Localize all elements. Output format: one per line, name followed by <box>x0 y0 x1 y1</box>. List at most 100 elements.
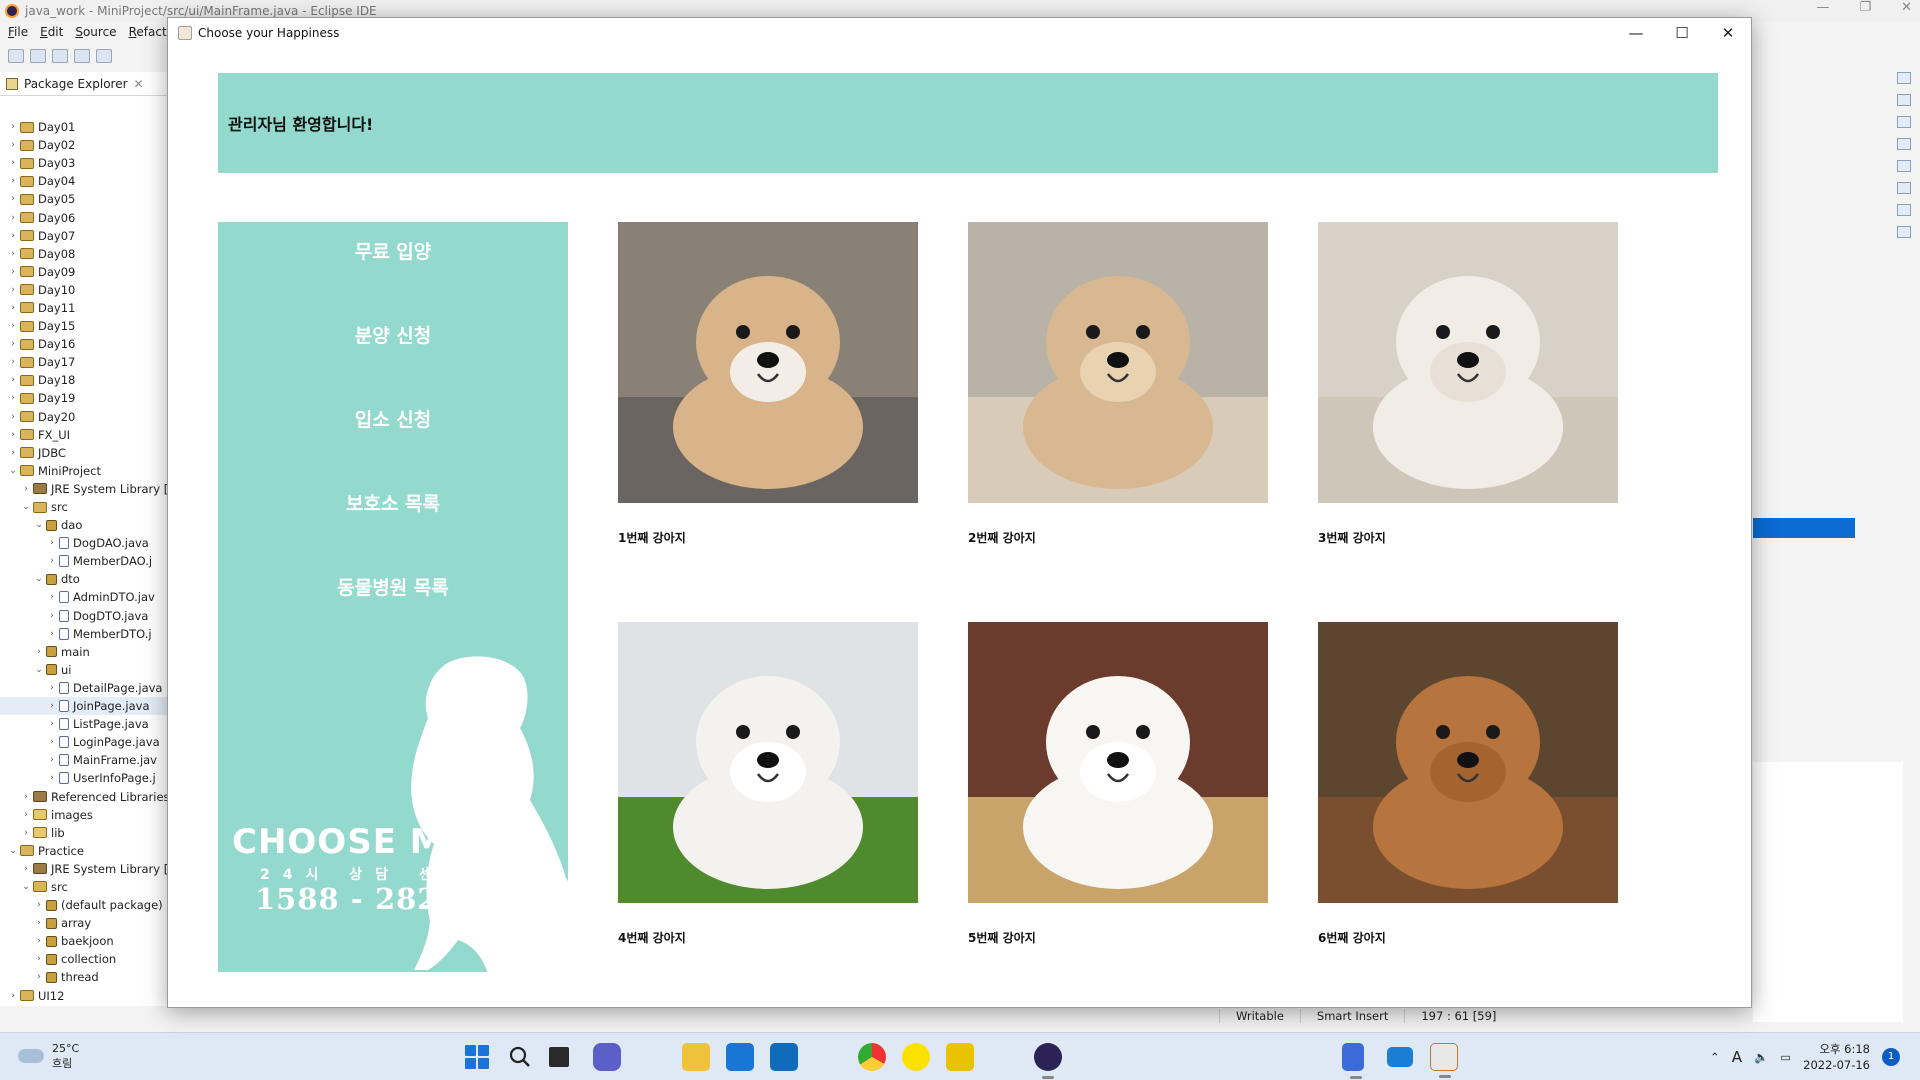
eclipse-taskbar-icon[interactable] <box>1034 1043 1062 1079</box>
tree-item[interactable]: › UI12 <box>0 987 170 1005</box>
tree-item[interactable]: › (default package) <box>0 896 170 914</box>
chevron-right-icon[interactable]: › <box>8 249 18 259</box>
tree-item[interactable]: › baekjoon <box>0 932 170 950</box>
tree-item[interactable]: › Day17 <box>0 353 170 371</box>
hierarchy-icon[interactable] <box>1897 94 1911 106</box>
tree-item[interactable]: ⌄ dto <box>0 570 170 588</box>
dog-card[interactable]: 2번째 강아지 <box>968 222 1268 546</box>
chevron-right-icon[interactable]: › <box>8 194 18 204</box>
tree-item[interactable]: › JRE System Library [ <box>0 480 170 498</box>
tree-item[interactable]: › MemberDAO.j <box>0 552 170 570</box>
dialog-title-bar[interactable]: Choose your Happiness — ☐ ✕ <box>168 18 1751 48</box>
terminal-icon[interactable] <box>74 49 90 63</box>
tasks-icon[interactable] <box>1897 138 1911 150</box>
chevron-down-icon[interactable]: ⌄ <box>34 520 44 530</box>
chevron-right-icon[interactable]: › <box>8 430 18 440</box>
chevron-right-icon[interactable]: › <box>47 755 57 765</box>
chevron-right-icon[interactable]: › <box>34 972 44 982</box>
ide-minimize-icon[interactable]: — <box>1816 0 1829 15</box>
mail-icon[interactable] <box>770 1043 798 1071</box>
package-explorer-tab[interactable]: Package Explorer ✕ <box>0 72 170 96</box>
ime-indicator[interactable]: A <box>1732 1048 1742 1066</box>
debug-icon[interactable] <box>96 49 112 63</box>
new-icon[interactable] <box>8 49 24 63</box>
menu-sale-application[interactable]: 분양 신청 <box>218 321 568 348</box>
tree-item[interactable]: › Day06 <box>0 208 170 226</box>
menu-shelter-list[interactable]: 보호소 목록 <box>218 489 568 516</box>
tree-item[interactable]: ⌄ Practice <box>0 842 170 860</box>
tree-item[interactable]: ⌄ ui <box>0 661 170 679</box>
chevron-right-icon[interactable]: › <box>8 321 18 331</box>
shih-tzu-with-hand-photo[interactable] <box>1318 222 1618 503</box>
brown-poodle-on-sofa-photo[interactable] <box>1318 622 1618 903</box>
poodle-selfie-photo[interactable] <box>968 222 1268 503</box>
chevron-down-icon[interactable]: ⌄ <box>21 502 31 512</box>
chevron-down-icon[interactable]: ⌄ <box>8 466 18 476</box>
chevron-right-icon[interactable]: › <box>8 375 18 385</box>
tree-item[interactable]: › ListPage.java <box>0 715 170 733</box>
console-icon[interactable] <box>1897 182 1911 194</box>
dog-card[interactable]: 6번째 강아지 <box>1318 622 1618 946</box>
chevron-right-icon[interactable]: › <box>47 611 57 621</box>
chevron-right-icon[interactable]: › <box>47 719 57 729</box>
chevron-right-icon[interactable]: › <box>21 792 31 802</box>
white-jindo-on-turf-photo[interactable] <box>618 622 918 903</box>
chevron-right-icon[interactable]: › <box>8 176 18 186</box>
javadoc-icon[interactable] <box>1897 204 1911 216</box>
close-button[interactable]: ✕ <box>1705 18 1751 48</box>
chevron-right-icon[interactable]: › <box>8 412 18 422</box>
ide-restore-icon[interactable]: ❐ <box>1859 0 1871 15</box>
store-icon[interactable] <box>726 1043 754 1071</box>
debug-view-icon[interactable] <box>1897 116 1911 128</box>
battery-icon[interactable]: ▭ <box>1780 1050 1791 1064</box>
dog-card[interactable]: 3번째 강아지 <box>1318 222 1618 546</box>
tree-item[interactable]: › FX_UI <box>0 426 170 444</box>
tree-item[interactable]: › LoginPage.java <box>0 733 170 751</box>
tree-item[interactable]: › Day07 <box>0 227 170 245</box>
tree-item[interactable]: › JRE System Library [ <box>0 860 170 878</box>
chevron-right-icon[interactable]: › <box>34 918 44 928</box>
tree-item[interactable]: ⌄ src <box>0 498 170 516</box>
minimize-button[interactable]: — <box>1613 18 1659 48</box>
chevron-right-icon[interactable]: › <box>47 737 57 747</box>
chevron-right-icon[interactable]: › <box>47 538 57 548</box>
tree-item[interactable]: › Day15 <box>0 317 170 335</box>
chrome-icon[interactable] <box>858 1043 886 1071</box>
menu-edit[interactable]: Edit <box>40 25 63 39</box>
tree-item[interactable]: ⌄ dao <box>0 516 170 534</box>
menu-file[interactable]: File <box>8 25 28 39</box>
chevron-up-icon[interactable]: ⌃ <box>1710 1050 1720 1064</box>
save-all-icon[interactable] <box>52 49 68 63</box>
tree-item[interactable]: › JoinPage.java <box>0 697 170 716</box>
tree-item[interactable]: › array <box>0 914 170 932</box>
chevron-down-icon[interactable]: ⌄ <box>34 574 44 584</box>
sticky-notes-icon[interactable] <box>946 1043 974 1071</box>
outline-icon[interactable] <box>1897 72 1911 84</box>
chevron-right-icon[interactable]: › <box>47 773 57 783</box>
notepad-icon[interactable] <box>1342 1043 1364 1079</box>
close-view-icon[interactable]: ✕ <box>134 77 144 91</box>
tree-item[interactable]: › UserInfoPage.j <box>0 769 170 787</box>
chevron-right-icon[interactable]: › <box>34 647 44 657</box>
menu-free-adoption[interactable]: 무료 입양 <box>218 237 568 264</box>
volume-icon[interactable]: 🔈 <box>1754 1050 1768 1064</box>
tree-item[interactable]: › Day11 <box>0 299 170 317</box>
chat-icon[interactable] <box>593 1043 621 1071</box>
menu-admission-application[interactable]: 입소 신청 <box>218 405 568 432</box>
chevron-right-icon[interactable]: › <box>47 629 57 639</box>
dog-card[interactable]: 5번째 강아지 <box>968 622 1268 946</box>
tree-item[interactable]: › Day08 <box>0 245 170 263</box>
declaration-icon[interactable] <box>1897 226 1911 238</box>
chevron-down-icon[interactable]: ⌄ <box>21 882 31 892</box>
chevron-right-icon[interactable]: › <box>8 213 18 223</box>
file-explorer-icon[interactable] <box>682 1043 710 1071</box>
menu-animal-hospital-list[interactable]: 동물병원 목록 <box>218 573 568 600</box>
tree-item[interactable]: › lib <box>0 824 170 842</box>
tree-item[interactable]: › Day01 <box>0 118 170 136</box>
chevron-right-icon[interactable]: › <box>8 158 18 168</box>
kakaotalk-icon[interactable] <box>902 1043 930 1071</box>
tree-item[interactable]: › collection <box>0 950 170 968</box>
notification-badge[interactable]: 1 <box>1882 1048 1900 1066</box>
tree-item[interactable]: › JDBC <box>0 444 170 462</box>
tree-item[interactable]: › Day02 <box>0 136 170 154</box>
